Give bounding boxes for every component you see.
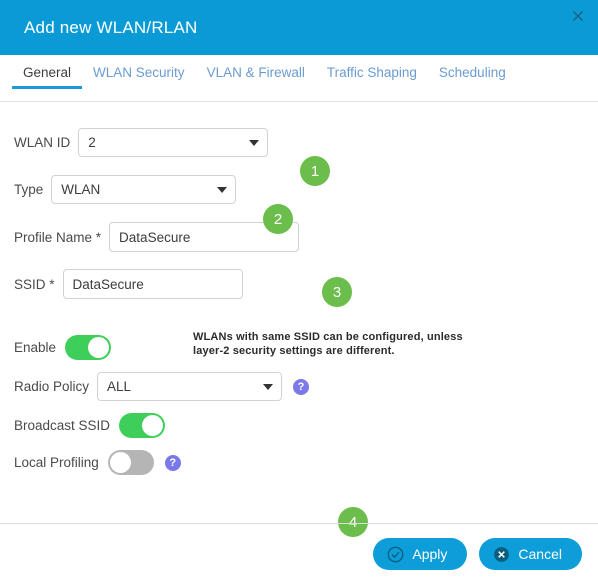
dialog-header: Add new WLAN/RLAN — [0, 0, 598, 55]
profile-name-row: Profile Name * DataSecure — [0, 222, 598, 252]
wlan-id-label: WLAN ID — [14, 135, 70, 150]
radio-policy-label: Radio Policy — [14, 379, 89, 394]
ssid-helper-note-line2: layer-2 security settings are different. — [193, 344, 463, 358]
cancel-button[interactable]: Cancel — [479, 538, 582, 570]
tab-scheduling[interactable]: Scheduling — [428, 65, 517, 89]
toggle-knob — [142, 415, 163, 436]
tab-divider — [0, 101, 598, 102]
x-circle-icon — [493, 546, 510, 563]
callout-badge-2: 2 — [263, 204, 293, 234]
chevron-down-icon — [249, 140, 259, 146]
chevron-down-icon — [217, 187, 227, 193]
apply-button-label: Apply — [412, 546, 447, 562]
ssid-input[interactable]: DataSecure — [63, 269, 243, 299]
tab-general[interactable]: General — [12, 65, 82, 89]
radio-policy-row: Radio Policy ALL ? — [0, 372, 598, 401]
toggle-knob — [110, 452, 131, 473]
tab-traffic-shaping[interactable]: Traffic Shaping — [316, 65, 428, 89]
help-icon[interactable]: ? — [165, 455, 181, 471]
check-circle-icon — [387, 546, 404, 563]
wlan-id-value: 2 — [88, 135, 243, 150]
type-label: Type — [14, 182, 43, 197]
ssid-helper-note: WLANs with same SSID can be configured, … — [193, 330, 463, 358]
help-icon[interactable]: ? — [293, 379, 309, 395]
tab-bar: General WLAN Security VLAN & Firewall Tr… — [0, 55, 598, 103]
general-form: WLAN ID 2 Type WLAN Profile Name * DataS… — [0, 128, 598, 475]
footer-actions: Apply Cancel — [373, 538, 582, 570]
local-profiling-row: Local Profiling ? — [0, 450, 598, 475]
profile-name-value: DataSecure — [119, 230, 290, 245]
ssid-helper-note-line1: WLANs with same SSID can be configured, … — [193, 330, 463, 344]
cancel-button-label: Cancel — [518, 546, 562, 562]
type-value: WLAN — [61, 182, 211, 197]
ssid-row: SSID * DataSecure — [0, 269, 598, 299]
chevron-down-icon — [263, 384, 273, 390]
broadcast-ssid-label: Broadcast SSID — [14, 418, 110, 433]
footer-divider — [0, 523, 598, 524]
enable-toggle[interactable] — [65, 335, 111, 360]
tab-vlan-firewall[interactable]: VLAN & Firewall — [196, 65, 316, 89]
radio-policy-select[interactable]: ALL — [97, 372, 282, 401]
wlan-id-select[interactable]: 2 — [78, 128, 268, 157]
callout-badge-4: 4 — [338, 507, 368, 537]
close-icon[interactable] — [568, 6, 588, 26]
toggle-knob — [88, 337, 109, 358]
broadcast-ssid-row: Broadcast SSID — [0, 413, 598, 438]
type-row: Type WLAN — [0, 175, 598, 204]
local-profiling-label: Local Profiling — [14, 455, 99, 470]
radio-policy-value: ALL — [107, 379, 257, 394]
ssid-label: SSID * — [14, 277, 55, 292]
broadcast-ssid-toggle[interactable] — [119, 413, 165, 438]
tab-wlan-security[interactable]: WLAN Security — [82, 65, 196, 89]
wlan-id-row: WLAN ID 2 — [0, 128, 598, 157]
dialog-title: Add new WLAN/RLAN — [24, 18, 197, 38]
apply-button[interactable]: Apply — [373, 538, 467, 570]
ssid-value: DataSecure — [73, 277, 234, 292]
profile-name-label: Profile Name * — [14, 230, 101, 245]
type-select[interactable]: WLAN — [51, 175, 236, 204]
local-profiling-toggle[interactable] — [108, 450, 154, 475]
callout-badge-3: 3 — [322, 277, 352, 307]
callout-badge-1: 1 — [300, 156, 330, 186]
enable-label: Enable — [14, 340, 56, 355]
